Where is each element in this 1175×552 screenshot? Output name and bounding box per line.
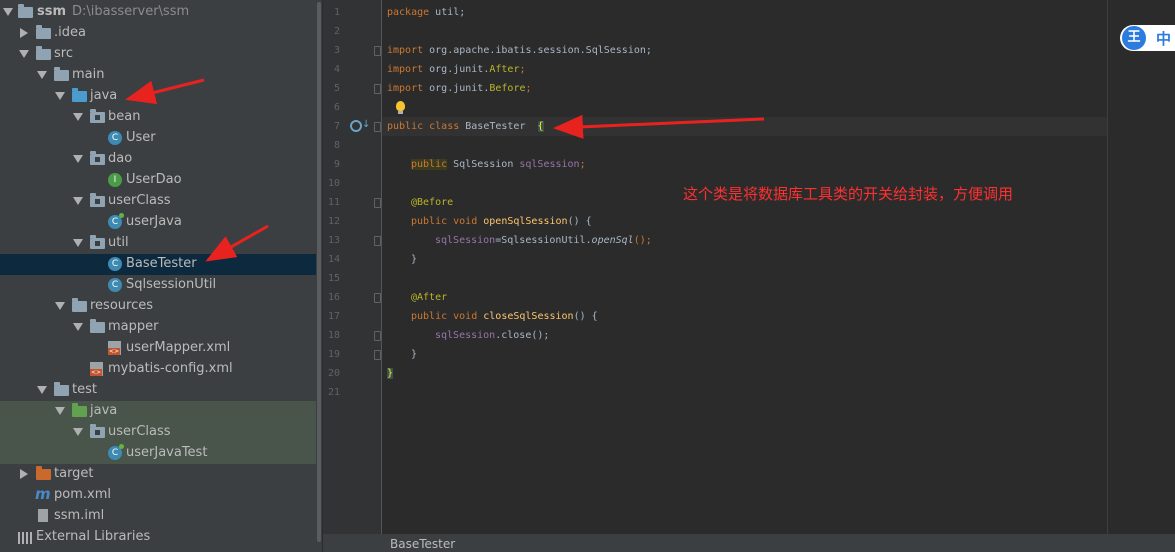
breadcrumb-file[interactable]: BaseTester: [390, 537, 455, 551]
editor-breadcrumb-bar: BaseTester: [323, 534, 1175, 552]
ime-mode-label[interactable]: 中: [1156, 28, 1171, 49]
arrow-to-basetester-file: [205, 224, 269, 262]
annotation-arrows: [125, 78, 765, 262]
arrow-to-class-declaration: [553, 114, 765, 139]
arrow-to-java-folder: [125, 78, 205, 105]
ime-logo-icon: 王: [1122, 26, 1146, 50]
ime-indicator[interactable]: 王 中: [1120, 25, 1175, 51]
